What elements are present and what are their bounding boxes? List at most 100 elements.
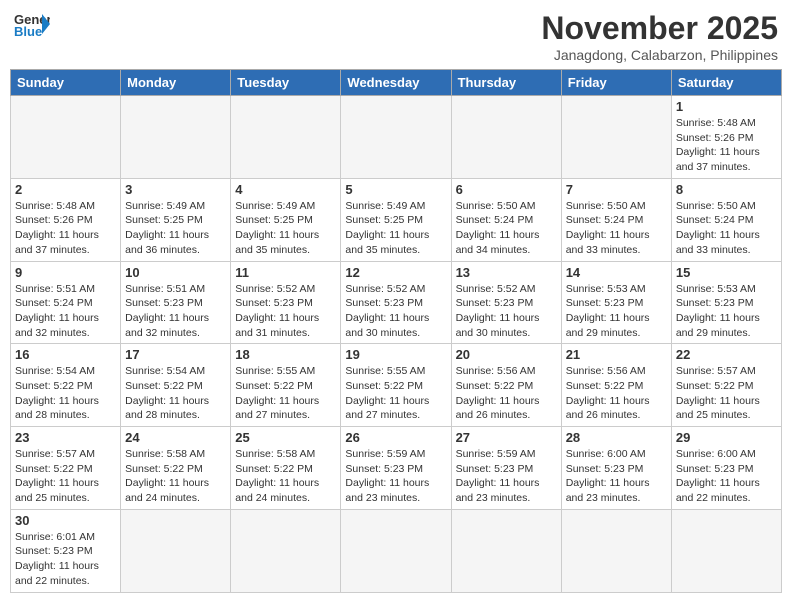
day-cell	[561, 96, 671, 179]
day-cell: 27 Sunrise: 5:59 AM Sunset: 5:23 PM Dayli…	[451, 427, 561, 510]
day-number: 2	[15, 182, 116, 197]
weekday-header-row: SundayMondayTuesdayWednesdayThursdayFrid…	[11, 70, 782, 96]
day-info: Sunrise: 5:55 AM Sunset: 5:22 PM Dayligh…	[345, 364, 446, 423]
day-cell: 18 Sunrise: 5:55 AM Sunset: 5:22 PM Dayli…	[231, 344, 341, 427]
day-number: 14	[566, 265, 667, 280]
day-number: 24	[125, 430, 226, 445]
day-info: Sunrise: 5:48 AM Sunset: 5:26 PM Dayligh…	[15, 199, 116, 258]
day-cell: 19 Sunrise: 5:55 AM Sunset: 5:22 PM Dayli…	[341, 344, 451, 427]
day-number: 7	[566, 182, 667, 197]
day-cell: 21Sunrise: 5:56 AM Sunset: 5:22 PM Dayli…	[561, 344, 671, 427]
day-cell: 22 Sunrise: 5:57 AM Sunset: 5:22 PM Dayli…	[671, 344, 781, 427]
svg-text:Blue: Blue	[14, 24, 42, 38]
day-info: Sunrise: 5:57 AM Sunset: 5:22 PM Dayligh…	[676, 364, 777, 423]
day-number: 26	[345, 430, 446, 445]
day-info: Sunrise: 6:00 AM Sunset: 5:23 PM Dayligh…	[566, 447, 667, 506]
day-info: Sunrise: 6:01 AM Sunset: 5:23 PM Dayligh…	[15, 530, 116, 589]
day-cell: 5 Sunrise: 5:49 AM Sunset: 5:25 PM Daylig…	[341, 178, 451, 261]
day-number: 5	[345, 182, 446, 197]
day-number: 6	[456, 182, 557, 197]
day-cell: 1Sunrise: 5:48 AM Sunset: 5:26 PM Daylig…	[671, 96, 781, 179]
weekday-header-monday: Monday	[121, 70, 231, 96]
day-number: 18	[235, 347, 336, 362]
day-number: 8	[676, 182, 777, 197]
day-cell: 24Sunrise: 5:58 AM Sunset: 5:22 PM Dayli…	[121, 427, 231, 510]
day-number: 27	[456, 430, 557, 445]
day-cell: 25Sunrise: 5:58 AM Sunset: 5:22 PM Dayli…	[231, 427, 341, 510]
day-info: Sunrise: 5:54 AM Sunset: 5:22 PM Dayligh…	[15, 364, 116, 423]
day-info: Sunrise: 5:49 AM Sunset: 5:25 PM Dayligh…	[125, 199, 226, 258]
week-row-4: 16 Sunrise: 5:54 AM Sunset: 5:22 PM Dayli…	[11, 344, 782, 427]
day-cell: 4 Sunrise: 5:49 AM Sunset: 5:25 PM Daylig…	[231, 178, 341, 261]
weekday-header-thursday: Thursday	[451, 70, 561, 96]
day-cell: 26 Sunrise: 5:59 AM Sunset: 5:23 PM Dayli…	[341, 427, 451, 510]
day-cell	[231, 96, 341, 179]
day-info: Sunrise: 5:55 AM Sunset: 5:22 PM Dayligh…	[235, 364, 336, 423]
day-info: Sunrise: 5:51 AM Sunset: 5:23 PM Dayligh…	[125, 282, 226, 341]
day-info: Sunrise: 5:52 AM Sunset: 5:23 PM Dayligh…	[345, 282, 446, 341]
month-title: November 2025	[541, 10, 778, 47]
day-cell: 12 Sunrise: 5:52 AM Sunset: 5:23 PM Dayli…	[341, 261, 451, 344]
day-info: Sunrise: 5:49 AM Sunset: 5:25 PM Dayligh…	[235, 199, 336, 258]
week-row-1: 1Sunrise: 5:48 AM Sunset: 5:26 PM Daylig…	[11, 96, 782, 179]
day-number: 22	[676, 347, 777, 362]
day-number: 3	[125, 182, 226, 197]
day-info: Sunrise: 5:56 AM Sunset: 5:22 PM Dayligh…	[456, 364, 557, 423]
day-info: Sunrise: 5:57 AM Sunset: 5:22 PM Dayligh…	[15, 447, 116, 506]
day-info: Sunrise: 5:59 AM Sunset: 5:23 PM Dayligh…	[456, 447, 557, 506]
week-row-2: 2 Sunrise: 5:48 AM Sunset: 5:26 PM Daylig…	[11, 178, 782, 261]
weekday-header-tuesday: Tuesday	[231, 70, 341, 96]
day-cell: 28Sunrise: 6:00 AM Sunset: 5:23 PM Dayli…	[561, 427, 671, 510]
week-row-6: 30Sunrise: 6:01 AM Sunset: 5:23 PM Dayli…	[11, 509, 782, 592]
day-number: 15	[676, 265, 777, 280]
day-number: 21	[566, 347, 667, 362]
day-cell: 2 Sunrise: 5:48 AM Sunset: 5:26 PM Daylig…	[11, 178, 121, 261]
day-cell: 9Sunrise: 5:51 AM Sunset: 5:24 PM Daylig…	[11, 261, 121, 344]
day-cell	[231, 509, 341, 592]
day-cell: 15 Sunrise: 5:53 AM Sunset: 5:23 PM Dayli…	[671, 261, 781, 344]
title-area: November 2025 Janagdong, Calabarzon, Phi…	[541, 10, 778, 63]
day-cell: 23 Sunrise: 5:57 AM Sunset: 5:22 PM Dayli…	[11, 427, 121, 510]
logo: General Blue	[14, 10, 50, 38]
day-info: Sunrise: 5:53 AM Sunset: 5:23 PM Dayligh…	[566, 282, 667, 341]
day-info: Sunrise: 5:50 AM Sunset: 5:24 PM Dayligh…	[676, 199, 777, 258]
weekday-header-sunday: Sunday	[11, 70, 121, 96]
day-number: 23	[15, 430, 116, 445]
day-cell: 30Sunrise: 6:01 AM Sunset: 5:23 PM Dayli…	[11, 509, 121, 592]
day-cell: 29 Sunrise: 6:00 AM Sunset: 5:23 PM Dayli…	[671, 427, 781, 510]
day-cell	[121, 509, 231, 592]
day-cell: 20Sunrise: 5:56 AM Sunset: 5:22 PM Dayli…	[451, 344, 561, 427]
day-cell	[451, 509, 561, 592]
day-info: Sunrise: 5:59 AM Sunset: 5:23 PM Dayligh…	[345, 447, 446, 506]
logo-icon: General Blue	[14, 10, 50, 38]
day-number: 19	[345, 347, 446, 362]
day-number: 17	[125, 347, 226, 362]
weekday-header-saturday: Saturday	[671, 70, 781, 96]
day-info: Sunrise: 5:50 AM Sunset: 5:24 PM Dayligh…	[566, 199, 667, 258]
day-number: 29	[676, 430, 777, 445]
day-info: Sunrise: 5:49 AM Sunset: 5:25 PM Dayligh…	[345, 199, 446, 258]
day-number: 11	[235, 265, 336, 280]
weekday-header-wednesday: Wednesday	[341, 70, 451, 96]
day-cell: 17Sunrise: 5:54 AM Sunset: 5:22 PM Dayli…	[121, 344, 231, 427]
day-info: Sunrise: 5:53 AM Sunset: 5:23 PM Dayligh…	[676, 282, 777, 341]
day-cell: 14 Sunrise: 5:53 AM Sunset: 5:23 PM Dayli…	[561, 261, 671, 344]
header: General Blue November 2025 Janagdong, Ca…	[10, 10, 782, 63]
day-info: Sunrise: 5:48 AM Sunset: 5:26 PM Dayligh…	[676, 116, 777, 175]
day-cell: 6Sunrise: 5:50 AM Sunset: 5:24 PM Daylig…	[451, 178, 561, 261]
day-cell: 3 Sunrise: 5:49 AM Sunset: 5:25 PM Daylig…	[121, 178, 231, 261]
day-number: 13	[456, 265, 557, 280]
day-cell: 7 Sunrise: 5:50 AM Sunset: 5:24 PM Daylig…	[561, 178, 671, 261]
weekday-header-friday: Friday	[561, 70, 671, 96]
day-number: 4	[235, 182, 336, 197]
day-cell	[341, 96, 451, 179]
day-number: 25	[235, 430, 336, 445]
day-number: 12	[345, 265, 446, 280]
day-info: Sunrise: 6:00 AM Sunset: 5:23 PM Dayligh…	[676, 447, 777, 506]
day-number: 16	[15, 347, 116, 362]
day-cell: 16 Sunrise: 5:54 AM Sunset: 5:22 PM Dayli…	[11, 344, 121, 427]
day-cell	[11, 96, 121, 179]
day-cell: 11Sunrise: 5:52 AM Sunset: 5:23 PM Dayli…	[231, 261, 341, 344]
day-cell: 8 Sunrise: 5:50 AM Sunset: 5:24 PM Daylig…	[671, 178, 781, 261]
day-cell	[671, 509, 781, 592]
